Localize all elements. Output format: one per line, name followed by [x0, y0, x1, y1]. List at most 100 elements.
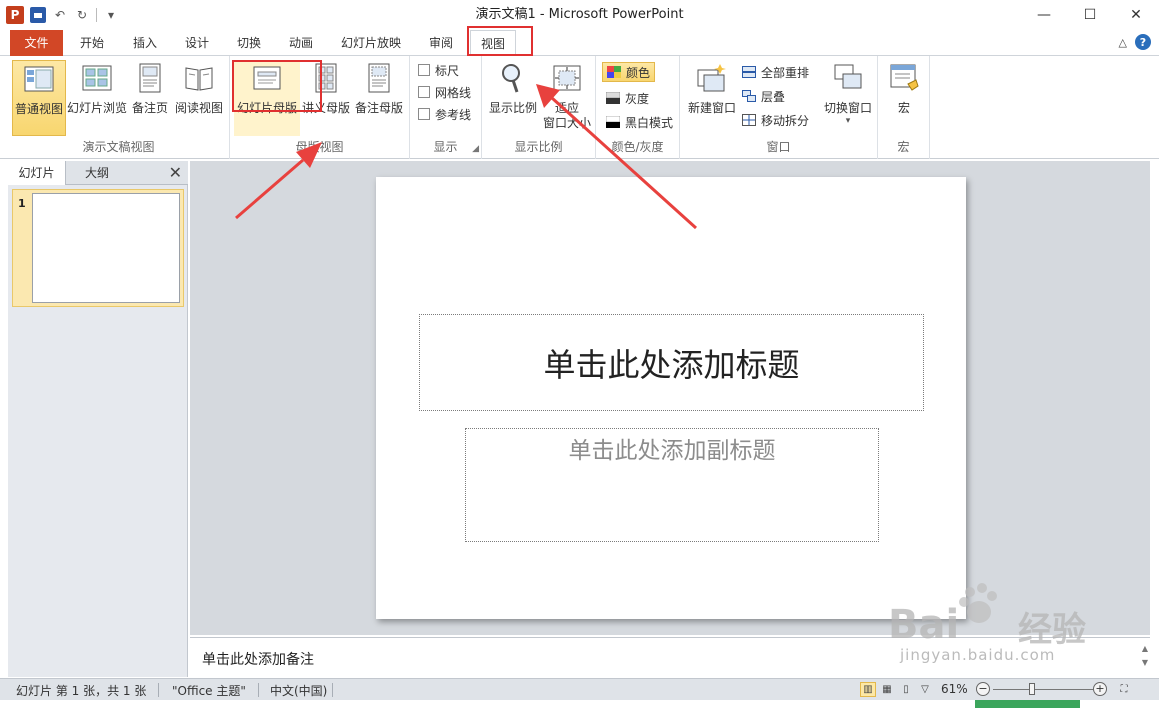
gridlines-checkbox[interactable]: 网格线: [418, 82, 471, 102]
undo-icon[interactable]: ↶: [52, 7, 68, 23]
customize-qat-icon[interactable]: ▾: [103, 7, 119, 23]
black-white-button[interactable]: 黑白模式: [606, 112, 673, 132]
help-icon[interactable]: ?: [1135, 34, 1151, 50]
switch-windows-dropdown-icon: ▾: [845, 116, 851, 126]
zoom-slider-thumb[interactable]: [1029, 683, 1035, 695]
status-language[interactable]: 中文(中国): [270, 682, 327, 699]
group-label-window: 窗口: [766, 140, 791, 154]
guides-label: 参考线: [435, 107, 472, 122]
zoom-slider-track[interactable]: [993, 689, 1093, 690]
reading-view-button[interactable]: 阅读视图: [172, 60, 226, 136]
cascade-button[interactable]: 层叠: [742, 86, 785, 106]
status-slideshow-icon[interactable]: ▽: [917, 682, 933, 697]
dialog-launcher-icon[interactable]: ◢: [472, 144, 479, 154]
tab-insert[interactable]: 插入: [123, 30, 167, 56]
gridlines-label: 网格线: [435, 85, 472, 100]
arrange-all-button[interactable]: 全部重排: [742, 62, 809, 82]
switch-windows-label: 切换窗口: [823, 101, 872, 115]
switch-windows-icon: [834, 64, 862, 89]
fit-to-window-button[interactable]: 适应 窗口大小: [540, 60, 594, 136]
minimize-button[interactable]: —: [1021, 0, 1067, 30]
group-label-zoom: 显示比例: [514, 140, 563, 154]
close-button[interactable]: ✕: [1113, 0, 1159, 30]
zoom-percentage[interactable]: 61%: [941, 682, 968, 696]
group-show: 标尺 网格线 参考线 显示 ◢: [410, 56, 482, 159]
move-split-button[interactable]: 移动拆分: [742, 110, 809, 130]
subtitle-placeholder[interactable]: 单击此处添加副标题: [465, 428, 879, 542]
normal-view-icon: [24, 66, 54, 92]
tab-slides[interactable]: 幻灯片: [8, 161, 66, 185]
submit-button-partial[interactable]: [975, 700, 1080, 708]
normal-view-button[interactable]: 普通视图: [12, 60, 66, 136]
slide-canvas[interactable]: 单击此处添加标题 单击此处添加副标题: [376, 177, 966, 619]
black-white-swatch-icon: [606, 116, 620, 128]
zoom-button[interactable]: 显示比例: [486, 60, 540, 136]
fit-slide-icon[interactable]: ⛶: [1116, 682, 1132, 697]
group-window: 新建窗口 全部重排 层叠 移动拆分 切换窗口 ▾ 窗口: [680, 56, 878, 159]
notes-master-button[interactable]: 备注母版: [352, 60, 406, 136]
tab-transitions[interactable]: 切换: [227, 30, 271, 56]
tab-animations[interactable]: 动画: [279, 30, 323, 56]
new-window-icon: [697, 64, 726, 92]
baidu-paw-icon: [959, 583, 997, 623]
ruler-label: 标尺: [435, 63, 460, 78]
status-theme[interactable]: "Office 主题": [172, 682, 246, 699]
group-color-grayscale: 颜色 灰度 黑白模式 颜色/灰度: [596, 56, 680, 159]
notes-master-icon: [368, 63, 390, 93]
slide-thumbnail-selected[interactable]: [12, 189, 184, 307]
annotation-box-view-tab: [467, 26, 533, 56]
status-reading-view-icon[interactable]: ▯: [898, 682, 914, 697]
redo-icon[interactable]: ↻: [74, 7, 90, 23]
slide-thumbnail[interactable]: [32, 193, 180, 303]
notes-master-label: 备注母版: [354, 101, 403, 115]
notes-scrollbar[interactable]: ▲ ▼: [1142, 642, 1148, 670]
fit-to-window-label-2: 窗口大小: [542, 116, 591, 130]
gridlines-check-box[interactable]: [418, 86, 430, 98]
status-sorter-view-icon[interactable]: ▦: [879, 682, 895, 697]
save-icon[interactable]: [30, 7, 46, 23]
black-white-label: 黑白模式: [625, 115, 674, 130]
ruler-check-box[interactable]: [418, 64, 430, 76]
tab-file[interactable]: 文件: [10, 30, 63, 56]
powerpoint-logo-icon[interactable]: P: [6, 6, 24, 24]
new-window-button[interactable]: 新建窗口: [684, 60, 740, 136]
move-split-icon: [742, 114, 756, 126]
zoom-out-button[interactable]: −: [976, 682, 990, 696]
slide-sorter-button[interactable]: 幻灯片浏览: [67, 60, 127, 136]
macros-button[interactable]: 宏: [884, 60, 924, 136]
baidu-watermark: Bai 经验 jingyan.baidu.com: [888, 583, 1108, 664]
switch-windows-button[interactable]: 切换窗口 ▾: [820, 60, 876, 136]
slides-pane-tabs: 幻灯片 大纲 ✕: [8, 161, 188, 185]
ruler-checkbox[interactable]: 标尺: [418, 60, 459, 80]
color-button[interactable]: 颜色: [602, 62, 656, 82]
grayscale-button[interactable]: 灰度: [606, 88, 649, 108]
color-swatch-icon: [607, 66, 621, 78]
tab-slideshow[interactable]: 幻灯片放映: [333, 30, 409, 56]
tab-outline[interactable]: 大纲: [68, 161, 126, 185]
status-normal-view-icon[interactable]: ▥: [860, 682, 876, 697]
close-pane-icon[interactable]: ✕: [169, 163, 182, 182]
window-title: 演示文稿1 - Microsoft PowerPoint: [0, 0, 1159, 30]
guides-check-box[interactable]: [418, 108, 430, 120]
window-title-text: 演示文稿1 - Microsoft PowerPoint: [475, 7, 684, 22]
notes-page-button[interactable]: 备注页: [128, 60, 172, 136]
annotation-box-slide-master: [232, 60, 322, 112]
tab-design[interactable]: 设计: [175, 30, 219, 56]
tab-review[interactable]: 审阅: [418, 30, 464, 56]
zoom-in-button[interactable]: +: [1093, 682, 1107, 696]
tab-home[interactable]: 开始: [70, 30, 114, 56]
collapse-ribbon-icon[interactable]: △: [1119, 36, 1127, 49]
qat-separator: [96, 8, 97, 22]
grayscale-label: 灰度: [625, 91, 650, 106]
ribbon: 普通视图 幻灯片浏览 备注页 阅读视图 演示文稿视图 幻灯片母版 讲义母版 备注…: [0, 56, 1159, 159]
notes-placeholder[interactable]: 单击此处添加备注: [202, 649, 314, 669]
new-window-label: 新建窗口: [687, 101, 736, 115]
watermark-brand-cn: 经验: [1018, 610, 1086, 650]
watermark-url: jingyan.baidu.com: [900, 646, 1056, 664]
slide-number: 1: [18, 197, 26, 210]
arrange-all-label: 全部重排: [761, 65, 810, 80]
maximize-button[interactable]: ☐: [1067, 0, 1113, 30]
normal-view-label: 普通视图: [14, 102, 63, 116]
guides-checkbox[interactable]: 参考线: [418, 104, 471, 124]
title-placeholder[interactable]: 单击此处添加标题: [419, 314, 924, 411]
